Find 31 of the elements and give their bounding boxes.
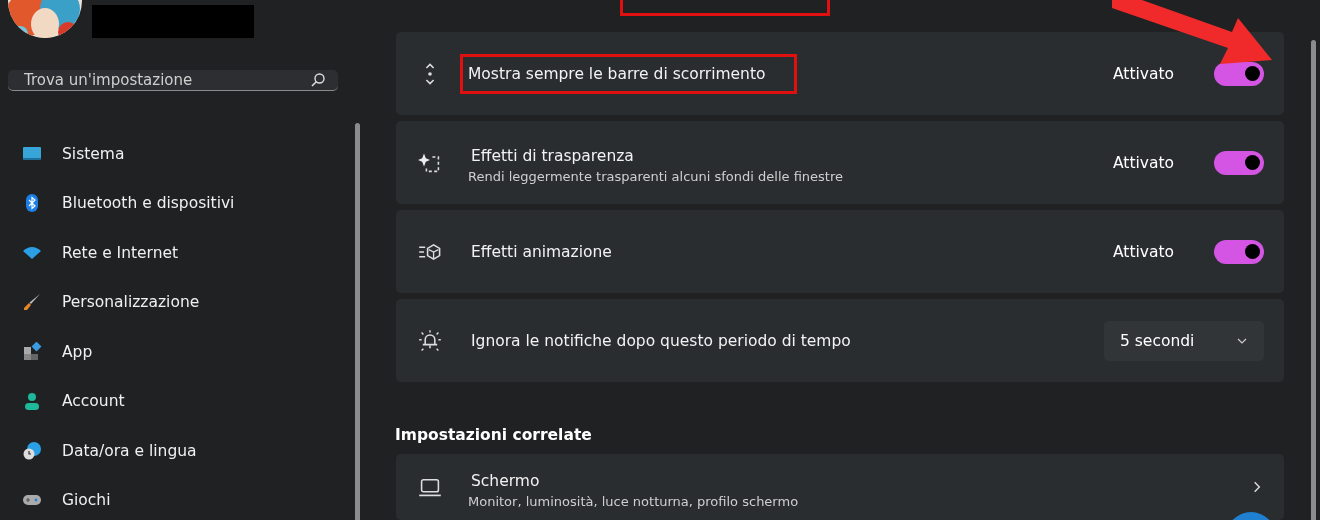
nav-item[interactable]: Rete e Internet <box>8 228 347 278</box>
setting-title: Mostra sempre le barre di scorrimento <box>460 53 797 94</box>
brush-icon <box>22 292 42 313</box>
nav-item[interactable]: App <box>8 327 347 377</box>
globe-clock-icon <box>22 440 42 461</box>
apps-icon <box>22 341 42 362</box>
setting-title: Effetti animazione <box>470 241 613 263</box>
setting-title: Effetti di trasparenza <box>470 146 635 167</box>
person-icon <box>22 391 42 412</box>
nav-item[interactable]: Personalizzazione <box>8 277 347 327</box>
toggle-state-label: Attivato <box>1112 64 1174 83</box>
related-setting-link[interactable]: Schermo Monitor, luminosità, luce notturna, profilo schermo <box>396 454 1284 520</box>
nav-item[interactable]: Giochi <box>8 475 347 520</box>
nav-item[interactable]: Sistema <box>8 129 347 179</box>
bell-icon <box>418 328 442 353</box>
scrollbar[interactable] <box>355 123 360 520</box>
toggle-state-label: Attivato <box>1112 153 1174 172</box>
toggle-switch[interactable] <box>1214 239 1264 264</box>
nav-item[interactable]: Account <box>8 376 347 426</box>
nav-item[interactable]: Bluetooth e dispositivi <box>8 178 347 228</box>
search-field[interactable]: Trova un'impostazione <box>8 70 338 91</box>
nav-item[interactable]: Data/ora e lingua <box>8 426 347 476</box>
toggle-switch[interactable] <box>1214 61 1264 86</box>
setting-description: Rendi leggermente trasparenti alcuni sfondi delle finestre <box>468 169 845 184</box>
toggle-state-label: Attivato <box>1112 242 1174 261</box>
dropdown[interactable]: 5 secondi <box>1104 320 1264 361</box>
section-heading: Impostazioni correlate <box>395 426 593 444</box>
toggle-switch[interactable] <box>1214 150 1264 175</box>
setting-title: Ignora le notifiche dopo questo periodo di tempo <box>470 330 852 352</box>
search-icon <box>310 72 326 88</box>
scrollbar[interactable] <box>1310 40 1316 520</box>
